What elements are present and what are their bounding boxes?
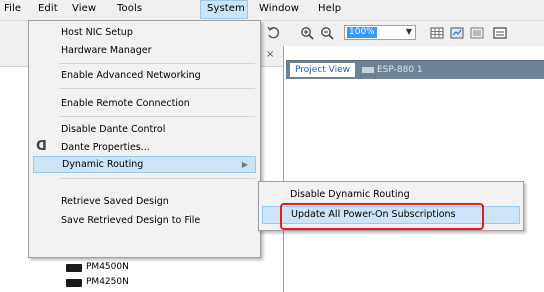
chevron-down-icon[interactable]: ▼ bbox=[406, 27, 412, 36]
tab-device-label: ESP-880 1 bbox=[377, 65, 423, 75]
menu-window[interactable]: Window bbox=[259, 3, 299, 14]
zoom-select[interactable]: 100% ▼ bbox=[344, 25, 416, 40]
grid-icon[interactable] bbox=[430, 26, 444, 40]
menu-item-dynamic-routing[interactable]: Dynamic Routing ▶ bbox=[33, 156, 256, 173]
menu-item-host-nic-setup[interactable]: Host NIC Setup bbox=[33, 24, 256, 41]
zoom-value: 100% bbox=[347, 27, 377, 38]
menu-separator bbox=[59, 63, 255, 64]
menu-separator bbox=[59, 88, 255, 89]
menu-item-disable-dynamic-routing[interactable]: Disable Dynamic Routing bbox=[262, 186, 520, 204]
tab-strip: Project View ESP-880 1 bbox=[286, 60, 544, 79]
zoom-out-icon[interactable] bbox=[320, 26, 334, 40]
menu-separator bbox=[59, 178, 255, 179]
menu-item-dynamic-routing-label: Dynamic Routing bbox=[62, 159, 144, 170]
system-menu: Host NIC Setup Hardware Manager Enable A… bbox=[28, 20, 261, 258]
highlight-annotation bbox=[280, 203, 484, 230]
menu-item-save-retrieved-design[interactable]: Save Retrieved Design to File bbox=[33, 212, 256, 229]
tree-item-label: PM4500N bbox=[86, 262, 129, 272]
device-icon bbox=[66, 279, 82, 287]
rotate-icon[interactable] bbox=[266, 26, 280, 40]
menu-item-enable-remote-connection[interactable]: Enable Remote Connection bbox=[33, 95, 256, 112]
menu-view[interactable]: View bbox=[72, 3, 96, 14]
menu-edit[interactable]: Edit bbox=[38, 3, 58, 14]
panel-icon[interactable] bbox=[470, 26, 484, 40]
window-icon[interactable] bbox=[493, 26, 507, 40]
zoom-in-icon[interactable] bbox=[300, 26, 314, 40]
menu-file[interactable]: File bbox=[4, 3, 21, 14]
project-area: Project View ESP-880 1 bbox=[286, 46, 544, 292]
menu-tools[interactable]: Tools bbox=[117, 3, 142, 14]
close-icon[interactable]: × bbox=[266, 49, 274, 60]
dante-icon: ᗡ bbox=[36, 139, 47, 154]
menu-item-enable-advanced-networking[interactable]: Enable Advanced Networking bbox=[33, 67, 256, 84]
menu-item-disable-dante-control[interactable]: Disable Dante Control bbox=[33, 121, 256, 138]
menu-system[interactable]: System bbox=[200, 0, 248, 19]
device-icon bbox=[66, 264, 82, 272]
device-tab-icon bbox=[362, 66, 374, 73]
menu-separator bbox=[59, 116, 255, 117]
menu-item-dante-properties[interactable]: ᗡ Dante Properties... bbox=[33, 139, 256, 156]
tree-item-label: PM4250N bbox=[86, 277, 129, 287]
menu-item-hardware-manager[interactable]: Hardware Manager bbox=[33, 42, 256, 59]
tab-device[interactable]: ESP-880 1 bbox=[362, 63, 423, 77]
menu-item-dante-properties-label: Dante Properties... bbox=[61, 142, 150, 153]
submenu-arrow-icon: ▶ bbox=[241, 160, 248, 169]
menu-item-retrieve-saved-design[interactable]: Retrieve Saved Design bbox=[33, 193, 256, 210]
menu-bar: File Edit View Tools System Window Help bbox=[0, 0, 544, 21]
menu-help[interactable]: Help bbox=[318, 3, 341, 14]
fit-icon[interactable] bbox=[450, 26, 464, 40]
tab-project-view[interactable]: Project View bbox=[290, 63, 356, 77]
